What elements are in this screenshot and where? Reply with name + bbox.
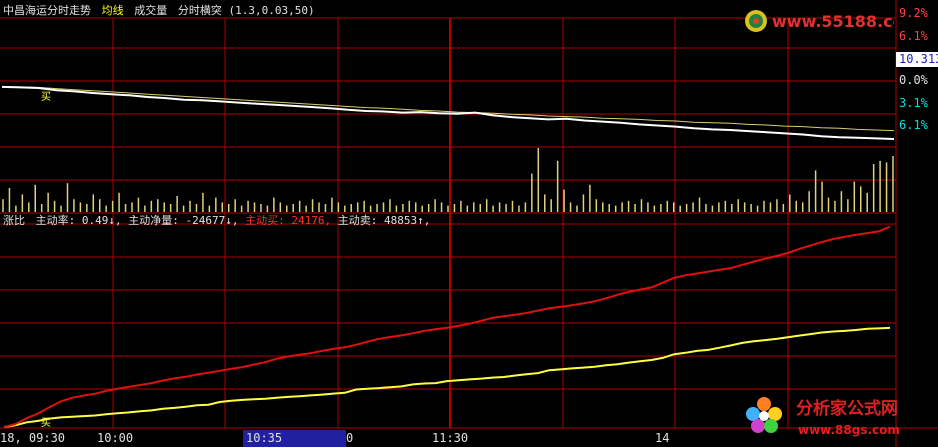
right-axis-label: 3.1% [899, 96, 929, 110]
sub-prefix: 涨比 [3, 214, 25, 227]
watermark-bottom-cn: 分析家公式网 [796, 398, 898, 419]
time-tick-label: 0 [346, 431, 353, 445]
watermark-top: www.55188.com [744, 6, 920, 36]
watermark-bottom-url: www.88gs.com [798, 423, 900, 437]
sell-value: 48853↑, [383, 214, 431, 227]
watermark-top-text: www.55188.com [772, 12, 894, 31]
buy-signal-mark: 买 [41, 91, 51, 103]
sell-label: 主动卖: [337, 214, 378, 227]
stock-title: 中昌海运分时走势 [3, 4, 91, 17]
vol-label: 成交量 [134, 4, 168, 17]
net-label: 主动净量: [128, 214, 179, 227]
right-axis-label: 6.1% [899, 29, 929, 43]
chart-header: 中昌海运分时走势 均线 成交量 分时横突 (1.3,0.03,50) [3, 2, 315, 18]
watermark-bottom: 分析家公式网 www.88gs.com [742, 392, 938, 442]
time-tick-label: 14 [655, 431, 669, 445]
sub-header: 涨比 主动率: 0.49↓, 主动净量: -24677↓, 主动买: 24176… [3, 212, 430, 228]
right-axis-label: 10.313 [899, 52, 938, 66]
buy-value: 24176, [291, 214, 332, 227]
watermark-logo-icon [745, 10, 767, 32]
indicator-params: (1.3,0.03,50) [228, 4, 315, 17]
time-tick-label: 11:30 [432, 431, 468, 445]
buy-signal-mark: 买 [41, 417, 51, 429]
right-axis-label: 0.0% [899, 73, 929, 87]
net-value: -24677↓, [185, 214, 239, 227]
time-tick-label: 18, 09:30 [0, 431, 65, 445]
avg-label: 均线 [101, 4, 124, 17]
right-axis-label: 9.2% [899, 6, 929, 20]
buy-label: 主动买: [245, 214, 285, 227]
flower-logo-icon [746, 397, 782, 433]
right-axis-label: 6.1% [899, 118, 929, 132]
time-tick-label: 10:00 [97, 431, 133, 445]
indicator-name: 分时横突 [177, 4, 222, 17]
rate-label: 主动率: [35, 214, 76, 227]
rate-value: 0.49↓, [81, 214, 122, 227]
time-tick-label: 10:35 [246, 431, 282, 445]
